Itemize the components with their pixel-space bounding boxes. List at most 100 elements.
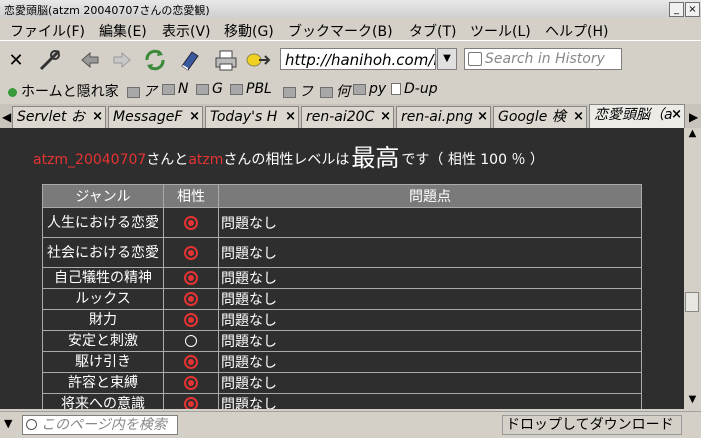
user2-name: atzm [188, 152, 224, 168]
headline-san-to: さんと [146, 152, 189, 168]
scroll-down-icon[interactable]: ▼ [684, 394, 701, 408]
headline-mid: さんの相性レベルは [223, 152, 350, 168]
menu-tools[interactable]: ツール(L) [470, 21, 531, 41]
double-circle-icon [184, 215, 198, 230]
tab-close-icon[interactable]: × [671, 105, 682, 125]
stop-icon[interactable]: ✕ [2, 46, 30, 74]
history-search-input[interactable]: Search in History [464, 48, 622, 70]
tab-label: Servlet お [17, 109, 85, 125]
row-problem: 問題なし [218, 207, 642, 238]
tools-icon[interactable] [36, 46, 64, 74]
status-bar: ▼ このページ内を検索 ドロップしてダウンロード [0, 411, 701, 438]
table-row: 駆け引き 問題なし [42, 351, 642, 373]
tab-scroll-right-icon[interactable]: ▶ [689, 110, 698, 124]
menu-file[interactable]: ファイル(F) [10, 21, 85, 41]
bookmark-label: 何 [336, 84, 350, 100]
forward-icon[interactable] [108, 46, 136, 74]
menu-view[interactable]: 表示(V) [162, 21, 211, 41]
tab-renai-zuno[interactable]: 恋愛頭脳（a × [589, 104, 685, 128]
table-row: 自己犠牲の精神 問題なし [42, 267, 642, 289]
menu-tabs[interactable]: タブ(T) [409, 21, 456, 41]
double-circle-icon [184, 376, 198, 390]
tab-close-icon[interactable]: × [380, 107, 391, 127]
bookmark-folder-pbl[interactable]: PBL [230, 81, 272, 97]
history-search-placeholder: Search in History [485, 51, 605, 67]
minimize-button[interactable]: _ [669, 2, 684, 17]
tab-ren-ai20c[interactable]: ren-ai20C × [301, 106, 394, 128]
bookmark-label: PBL [246, 81, 272, 97]
bookmark-label: G [212, 81, 223, 97]
go-icon[interactable] [244, 46, 272, 74]
bookmark-d-up[interactable]: D-up [391, 81, 438, 97]
folder-icon [283, 86, 296, 98]
tab-close-icon[interactable]: × [92, 107, 103, 127]
table-row: 許容と束縛 問題なし [42, 372, 642, 394]
reload-icon[interactable] [141, 46, 169, 74]
double-circle-icon [184, 292, 198, 306]
tab-close-icon[interactable]: × [285, 107, 296, 127]
scroll-thumb[interactable] [685, 292, 699, 312]
back-icon[interactable] [76, 46, 104, 74]
tab-servlet[interactable]: Servlet お × [12, 106, 106, 128]
menu-help[interactable]: ヘルプ(H) [545, 21, 608, 41]
tab-scroll-left-icon[interactable]: ◀ [2, 110, 11, 124]
menu-go[interactable]: 移動(G) [224, 21, 274, 41]
url-dropdown-button[interactable]: ▼ [437, 48, 457, 70]
close-window-button[interactable]: × [685, 2, 700, 17]
bookmark-label: ホームと隠れ家 [21, 84, 119, 100]
row-problem: 問題なし [218, 237, 642, 268]
col-compat: 相性 [163, 184, 219, 208]
tab-label: ren-ai.png [401, 109, 473, 125]
find-in-page-input[interactable]: このページ内を検索 [22, 415, 178, 435]
vertical-scrollbar[interactable]: ▲ ▼ [684, 128, 701, 409]
row-genre: 駆け引き [42, 351, 164, 373]
home-book-icon[interactable] [176, 46, 204, 74]
bookmark-folder-py[interactable]: py [353, 81, 386, 97]
row-compat [163, 288, 219, 310]
double-circle-icon [184, 355, 198, 369]
tab-close-icon[interactable]: × [189, 107, 200, 127]
scroll-up-icon[interactable]: ▲ [684, 128, 701, 142]
bookmark-home[interactable]: ホームと隠れ家 [8, 81, 119, 101]
folder-icon [162, 83, 175, 95]
row-compat [163, 267, 219, 289]
find-bar-toggle-icon[interactable]: ▼ [4, 417, 12, 430]
bookmark-folder-g[interactable]: G [196, 81, 223, 97]
menu-edit[interactable]: 編集(E) [99, 21, 147, 41]
table-row: 人生における恋愛 問題なし [42, 207, 642, 238]
tab-close-icon[interactable]: × [573, 107, 584, 127]
menu-bookmarks[interactable]: ブックマーク(B) [288, 21, 393, 41]
folder-icon [320, 86, 333, 98]
print-icon[interactable] [212, 46, 240, 74]
row-genre: 社会における恋愛 [42, 237, 164, 268]
tab-close-icon[interactable]: × [477, 107, 488, 127]
title-bar: 恋愛頭脳(atzm 20040707さんの恋愛観) _ × [0, 0, 701, 19]
row-genre: 将来への意識 [42, 393, 164, 409]
tab-ren-ai-png[interactable]: ren-ai.png × [396, 106, 491, 128]
tab-google[interactable]: Google 検 × [493, 106, 587, 128]
bookmark-folder-n[interactable]: N [162, 81, 188, 97]
row-genre: 自己犠牲の精神 [42, 267, 164, 289]
bookmark-label: フ [299, 84, 313, 100]
row-problem: 問題なし [218, 288, 642, 310]
tab-label: Google 検 [498, 109, 566, 125]
bookmark-folder-fu[interactable]: フ [283, 81, 313, 101]
menu-bar: ファイル(F) 編集(E) 表示(V) 移動(G) ブックマーク(B) タブ(T… [0, 18, 701, 40]
folder-icon [230, 83, 243, 95]
bookmark-folder-a[interactable]: ア [127, 81, 157, 101]
double-circle-icon [184, 245, 198, 260]
find-placeholder: このページ内を検索 [41, 417, 167, 433]
row-compat [163, 309, 219, 331]
tab-messagef[interactable]: MessageF × [108, 106, 203, 128]
tab-todays-h[interactable]: Today's H × [205, 106, 299, 128]
url-input[interactable]: http://hanihoh.com/l [280, 48, 436, 70]
bookmark-label: N [178, 81, 189, 97]
tab-label: ren-ai20C [306, 109, 375, 125]
status-message: ドロップしてダウンロード [502, 415, 682, 435]
bookmark-folder-nani[interactable]: 何 [320, 81, 350, 101]
user1-name: atzm_20040707 [33, 152, 147, 168]
col-genre: ジャンル [42, 184, 164, 208]
tab-label: MessageF [113, 109, 183, 125]
compat-headline: atzm_20040707さんとatzmさんの相性レベルは最高 です（ 相性 10… [33, 138, 544, 173]
compat-table: ジャンル 相性 問題点 人生における恋愛 問題なし 社会における恋愛 問題なし 自己犠牲… [42, 184, 642, 409]
